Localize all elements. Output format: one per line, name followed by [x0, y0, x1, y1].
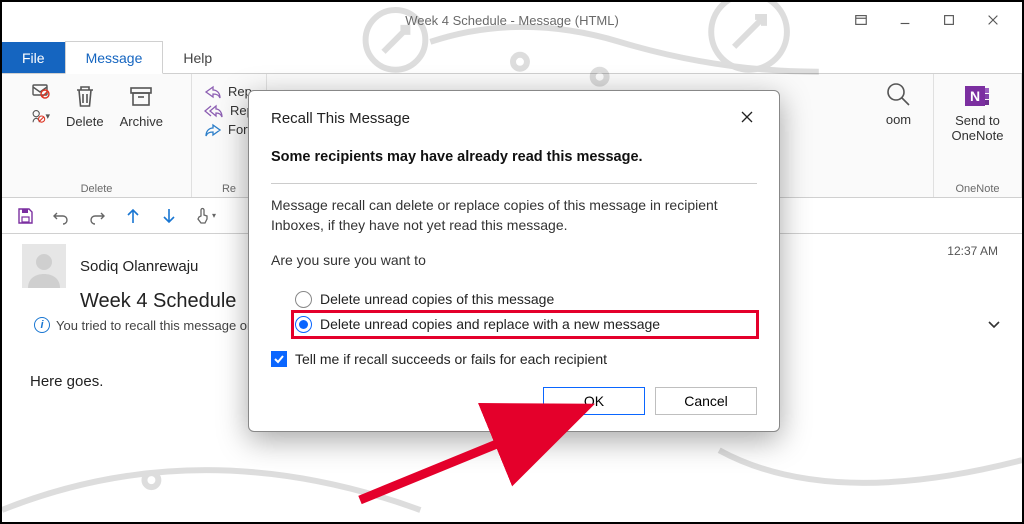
junk-icon[interactable]: ▾ [30, 106, 50, 126]
minimize-button[interactable] [884, 6, 926, 34]
dialog-divider [271, 183, 757, 184]
send-to-onenote-button[interactable]: N Send to OneNote [951, 80, 1003, 144]
reply-icon [204, 85, 222, 99]
delete-group-label: Delete [81, 183, 113, 195]
dialog-title: Recall This Message [271, 110, 410, 127]
trash-icon [69, 80, 101, 112]
zoom-button[interactable]: oom [884, 80, 914, 127]
tab-help[interactable]: Help [163, 42, 232, 73]
redo-icon[interactable] [84, 203, 110, 229]
undo-icon[interactable] [48, 203, 74, 229]
ok-button[interactable]: OK [543, 387, 645, 415]
respond-group-label: Re [222, 183, 236, 195]
message-time: 12:37 AM [947, 244, 998, 258]
collapse-header-icon[interactable] [986, 316, 1002, 337]
reply-all-button[interactable]: Rep [204, 103, 254, 118]
save-icon[interactable] [12, 203, 38, 229]
sender-name: Sodiq Olanrewaju [80, 258, 198, 275]
dialog-explain: Message recall can delete or replace cop… [271, 196, 757, 235]
archive-icon [125, 80, 157, 112]
dialog-headline: Some recipients may have already read th… [271, 149, 757, 165]
close-window-button[interactable] [972, 6, 1014, 34]
forward-button[interactable]: Forv [204, 122, 254, 137]
window-title: Week 4 Schedule - Message (HTML) [405, 13, 619, 28]
forward-icon [204, 123, 222, 137]
radio-icon-selected [295, 316, 312, 333]
dialog-close-button[interactable] [739, 109, 757, 127]
ribbon-tabs: File Message Help [2, 38, 1022, 74]
archive-button[interactable]: Archive [120, 80, 163, 129]
delete-button[interactable]: Delete [66, 80, 104, 129]
radio-replace-copies[interactable]: Delete unread copies and replace with a … [293, 312, 757, 337]
onenote-group-label: OneNote [955, 183, 999, 195]
reply-button[interactable]: Rep [204, 84, 252, 99]
svg-text:N: N [970, 88, 980, 104]
checkbox-icon [271, 351, 287, 367]
checkbox-tell-me[interactable]: Tell me if recall succeeds or fails for … [271, 351, 757, 367]
reply-all-icon [204, 104, 224, 118]
touch-mode-icon[interactable]: ▾ [192, 203, 218, 229]
archive-label: Archive [120, 114, 163, 129]
radio-delete-copies[interactable]: Delete unread copies of this message [293, 287, 757, 312]
previous-item-icon[interactable] [120, 203, 146, 229]
ignore-icon[interactable] [30, 80, 50, 100]
sender-avatar [22, 244, 66, 288]
recall-dialog: Recall This Message Some recipients may … [248, 90, 780, 432]
radio-icon [295, 291, 312, 308]
window-titlebar: Week 4 Schedule - Message (HTML) [2, 2, 1022, 38]
maximize-button[interactable] [928, 6, 970, 34]
ribbon-display-options-icon[interactable] [840, 6, 882, 34]
tab-file[interactable]: File [2, 42, 65, 73]
cancel-button[interactable]: Cancel [655, 387, 757, 415]
zoom-icon [884, 80, 914, 110]
tab-message[interactable]: Message [65, 41, 164, 74]
dialog-areyousure: Are you sure you want to [271, 251, 757, 271]
next-item-icon[interactable] [156, 203, 182, 229]
delete-label: Delete [66, 114, 104, 129]
onenote-icon: N [961, 80, 993, 112]
info-icon: i [34, 317, 50, 333]
